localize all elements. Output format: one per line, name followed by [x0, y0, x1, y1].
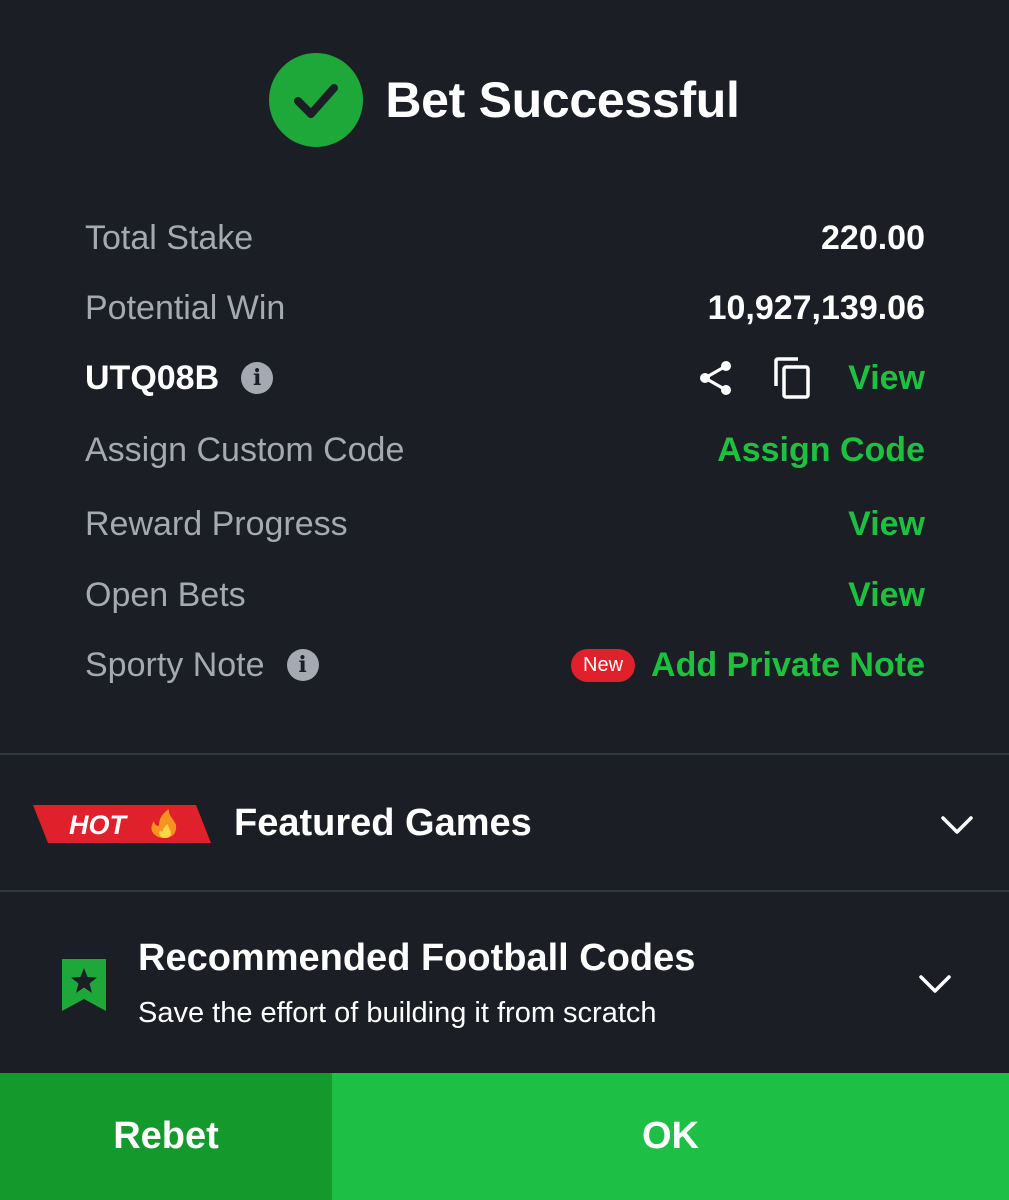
recommended-codes-section[interactable]: Recommended Football Codes Save the effo…: [0, 893, 1009, 1073]
featured-games-section[interactable]: HOT Featured Games: [0, 757, 1009, 890]
divider: [0, 753, 1009, 755]
total-stake-row: Total Stake 220.00: [85, 208, 925, 268]
featured-games-title: Featured Games: [234, 802, 532, 844]
success-header: Bet Successful: [0, 52, 1009, 148]
total-stake-label: Total Stake: [85, 218, 254, 257]
sporty-note-label: Sporty Note: [85, 645, 265, 684]
hot-fire-icon: HOT: [33, 805, 211, 843]
divider: [0, 890, 1009, 892]
booking-code-label: UTQ08B i: [85, 358, 274, 398]
assign-code-link[interactable]: Assign Code: [717, 431, 925, 470]
sporty-note-actions: New Add Private Note: [571, 646, 925, 685]
view-booking-link[interactable]: View: [848, 359, 925, 398]
info-icon[interactable]: i: [286, 649, 319, 681]
potential-win-label: Potential Win: [85, 288, 286, 327]
chevron-down-icon[interactable]: [918, 973, 952, 995]
page-title: Bet Successful: [385, 72, 740, 128]
info-icon[interactable]: i: [241, 362, 274, 394]
add-private-note-link[interactable]: Add Private Note: [651, 646, 925, 685]
share-icon[interactable]: [696, 358, 736, 398]
ok-button[interactable]: OK: [332, 1073, 1009, 1200]
potential-win-value: 10,927,139.06: [707, 288, 925, 327]
reward-progress-row: Reward Progress View: [85, 494, 925, 554]
reward-progress-label: Reward Progress: [85, 504, 348, 543]
booking-code-actions: View: [696, 356, 925, 400]
recommended-title: Recommended Football Codes: [138, 937, 696, 979]
open-bets-label: Open Bets: [85, 575, 246, 614]
footer-actions: Rebet OK: [0, 1073, 1009, 1200]
rebet-button[interactable]: Rebet: [0, 1073, 332, 1200]
copy-icon[interactable]: [772, 356, 812, 400]
bookmark-star-icon: [62, 959, 106, 1011]
total-stake-value: 220.00: [821, 218, 925, 257]
hot-badge-text: HOT: [69, 810, 129, 840]
sporty-note-row: Sporty Note i New Add Private Note: [85, 635, 925, 695]
booking-code-row: UTQ08B i View: [85, 348, 925, 408]
booking-code: UTQ08B: [85, 358, 220, 397]
new-badge: New: [571, 648, 636, 682]
potential-win-row: Potential Win 10,927,139.06: [85, 278, 925, 338]
open-bets-row: Open Bets View: [85, 565, 925, 625]
recommended-subtitle: Save the effort of building it from scra…: [138, 997, 657, 1029]
view-open-bets-link[interactable]: View: [848, 576, 925, 615]
view-reward-link[interactable]: View: [848, 505, 925, 544]
check-circle-icon: [269, 53, 364, 147]
custom-code-label: Assign Custom Code: [85, 430, 405, 469]
chevron-down-icon[interactable]: [940, 814, 974, 836]
sporty-note-label-group: Sporty Note i: [85, 646, 319, 685]
custom-code-row: Assign Custom Code Assign Code: [85, 420, 925, 480]
